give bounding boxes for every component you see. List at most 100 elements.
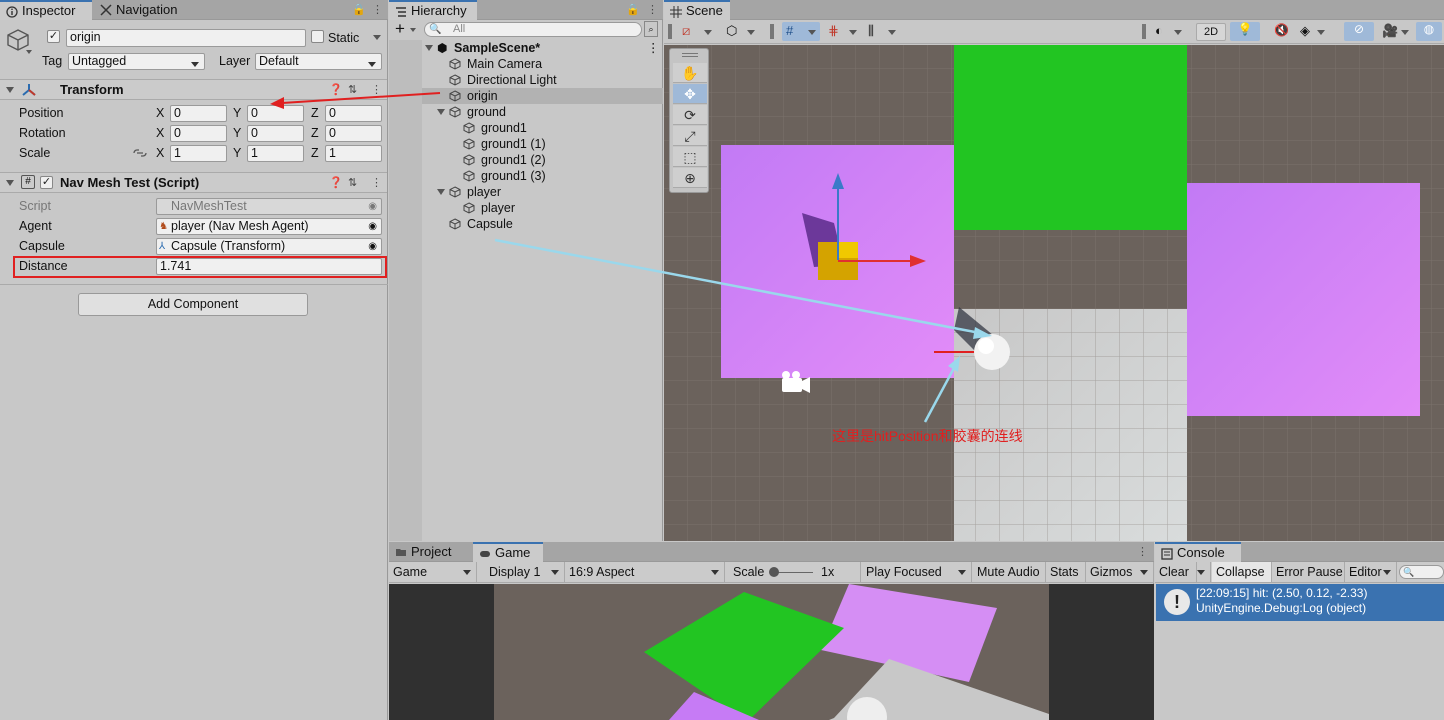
display-dropdown[interactable]: Display 1 [485,562,565,582]
tab-console[interactable]: Console [1155,542,1241,562]
rect-tool[interactable]: ⬚ [673,147,707,167]
effects-layers-icon[interactable]: ◈ [1300,23,1310,39]
more-menu-icon[interactable]: ⋮ [372,3,383,16]
scene-menu-icon[interactable]: ⋮ [647,40,660,56]
active-checkbox[interactable]: ✓ [47,30,60,43]
scene-viewport[interactable] [664,45,1444,541]
position-y-field[interactable]: 0 [247,105,304,122]
presets-icon[interactable]: ⇅ [348,83,357,96]
draw-mode-icon[interactable]: ⧄ [682,23,690,39]
scale-z-field[interactable]: 1 [325,145,382,162]
grid-dropdown-arrow[interactable] [808,30,816,35]
position-z-axis[interactable]: Z [311,105,319,121]
rotation-x-axis[interactable]: X [156,125,164,141]
foldout-arrow-icon[interactable] [437,109,445,115]
distance-field[interactable]: 1.741 [156,258,382,275]
hidden-objects-toggle[interactable]: ⊘ [1344,22,1374,41]
camera-dropdown-arrow[interactable] [1401,30,1409,35]
scale-x-field[interactable]: 1 [170,145,227,162]
lock-icon[interactable]: 🔒 [626,3,640,16]
shading-dropdown-arrow[interactable] [1174,30,1182,35]
hand-tool[interactable]: ✋ [673,63,707,83]
tab-game[interactable]: Game [473,542,543,562]
aspect-dropdown[interactable]: 16:9 Aspect [565,562,725,582]
move-tool[interactable]: ✥ [673,84,707,104]
foldout-arrow-icon[interactable] [6,180,14,186]
console-log-entry[interactable]: ! [22:09:15] hit: (2.50, 0.12, -2.33) Un… [1156,584,1444,621]
scale-z-axis[interactable]: Z [311,145,319,161]
layer-dropdown[interactable]: Default [255,53,382,70]
object-picker-icon[interactable]: ◉ [368,219,377,234]
navmeshtest-header[interactable]: # ✓ Nav Mesh Test (Script) ❓ ⇅ ⋮ [0,172,387,193]
grid-snap-toggle[interactable]: # [782,22,820,41]
foldout-arrow-icon[interactable] [437,189,445,195]
rotate-tool[interactable]: ⟳ [673,105,707,125]
console-search-input[interactable]: 🔍 [1399,565,1444,579]
transform-header[interactable]: Transform ❓ ⇅ ⋮ [0,79,387,100]
help-icon[interactable]: ❓ [329,176,343,189]
ruler-icon[interactable]: ⫼ [868,23,874,39]
icon-dropdown-arrow[interactable] [26,50,32,54]
create-dropdown-arrow[interactable] [410,28,416,32]
game-view-dropdown[interactable]: Game [389,562,477,582]
scene-root[interactable]: ⬢ SampleScene* ⋮ [425,40,663,56]
scale-y-field[interactable]: 1 [247,145,304,162]
purple-ground-plane-right[interactable] [1187,183,1420,416]
component-menu-icon[interactable]: ⋮ [371,83,382,96]
effects-dropdown-arrow[interactable] [1317,30,1325,35]
position-z-field[interactable]: 0 [325,105,382,122]
toggle-2d-button[interactable]: 2D [1196,23,1226,41]
component-enabled-checkbox[interactable]: ✓ [40,176,53,189]
capsule-field[interactable]: ⅄ Capsule (Transform) ◉ [156,238,382,255]
agent-field[interactable]: ♞ player (Nav Mesh Agent) ◉ [156,218,382,235]
gizmos-dropdown[interactable]: Gizmos [1086,562,1154,582]
rotation-z-field[interactable]: 0 [325,125,382,142]
scene-camera-icon[interactable]: 🎥 [1382,23,1398,39]
increment-snap-dropdown-arrow[interactable] [849,30,857,35]
add-component-button[interactable]: Add Component [78,293,308,316]
rotation-y-axis[interactable]: Y [233,125,241,141]
scale-slider-track[interactable] [773,572,813,573]
tag-dropdown[interactable]: Untagged [68,53,205,70]
clear-options-dropdown[interactable] [1197,562,1211,582]
position-y-axis[interactable]: Y [233,105,241,121]
clear-button[interactable]: Clear [1155,562,1197,582]
rotation-z-axis[interactable]: Z [311,125,319,141]
scale-slider-thumb[interactable] [769,567,779,577]
more-menu-icon[interactable]: ⋮ [1137,545,1148,558]
tab-scene[interactable]: Scene [664,0,730,20]
object-picker-icon[interactable]: ◉ [368,239,377,254]
green-ground-plane[interactable] [954,45,1187,230]
create-plus-icon[interactable]: + [395,20,405,38]
rotation-y-field[interactable]: 0 [247,125,304,142]
help-icon[interactable]: ❓ [329,83,343,96]
shading-sphere-icon[interactable]: ◐ [1155,23,1163,38]
scale-x-axis[interactable]: X [156,145,164,161]
component-menu-icon[interactable]: ⋮ [371,176,382,189]
position-x-field[interactable]: 0 [170,105,227,122]
lock-icon[interactable]: 🔒 [352,3,366,16]
game-viewport[interactable] [389,584,1154,720]
rotation-x-field[interactable]: 0 [170,125,227,142]
tab-inspector[interactable]: Inspector [0,0,92,20]
mute-audio-button[interactable]: Mute Audio [973,562,1046,582]
tab-project[interactable]: Project [389,542,461,562]
object-name-field[interactable]: origin [66,29,306,47]
increment-snap-icon[interactable]: ⋕ [828,23,839,39]
constrain-proportions-icon[interactable] [133,148,147,158]
scale-control[interactable]: Scale 1x [729,562,861,582]
lighting-toggle[interactable]: 💡 [1230,22,1260,41]
audio-mute-icon[interactable]: 🔇 [1274,23,1289,37]
render-mode-dropdown-arrow[interactable] [747,30,755,35]
editor-dropdown[interactable]: Editor [1345,562,1397,582]
play-focused-dropdown[interactable]: Play Focused [862,562,972,582]
ruler-dropdown-arrow[interactable] [888,30,896,35]
object-picker-icon[interactable]: ◉ [368,199,377,214]
foldout-arrow-icon[interactable] [6,87,14,93]
error-pause-button[interactable]: Error Pause [1272,562,1345,582]
static-checkbox[interactable] [311,30,324,43]
render-mode-icon[interactable]: ⬡ [726,23,737,39]
gizmos-toggle[interactable]: ◍ [1416,22,1442,41]
search-options-icon[interactable]: ⌕ [644,21,658,37]
draw-mode-dropdown-arrow[interactable] [704,30,712,35]
